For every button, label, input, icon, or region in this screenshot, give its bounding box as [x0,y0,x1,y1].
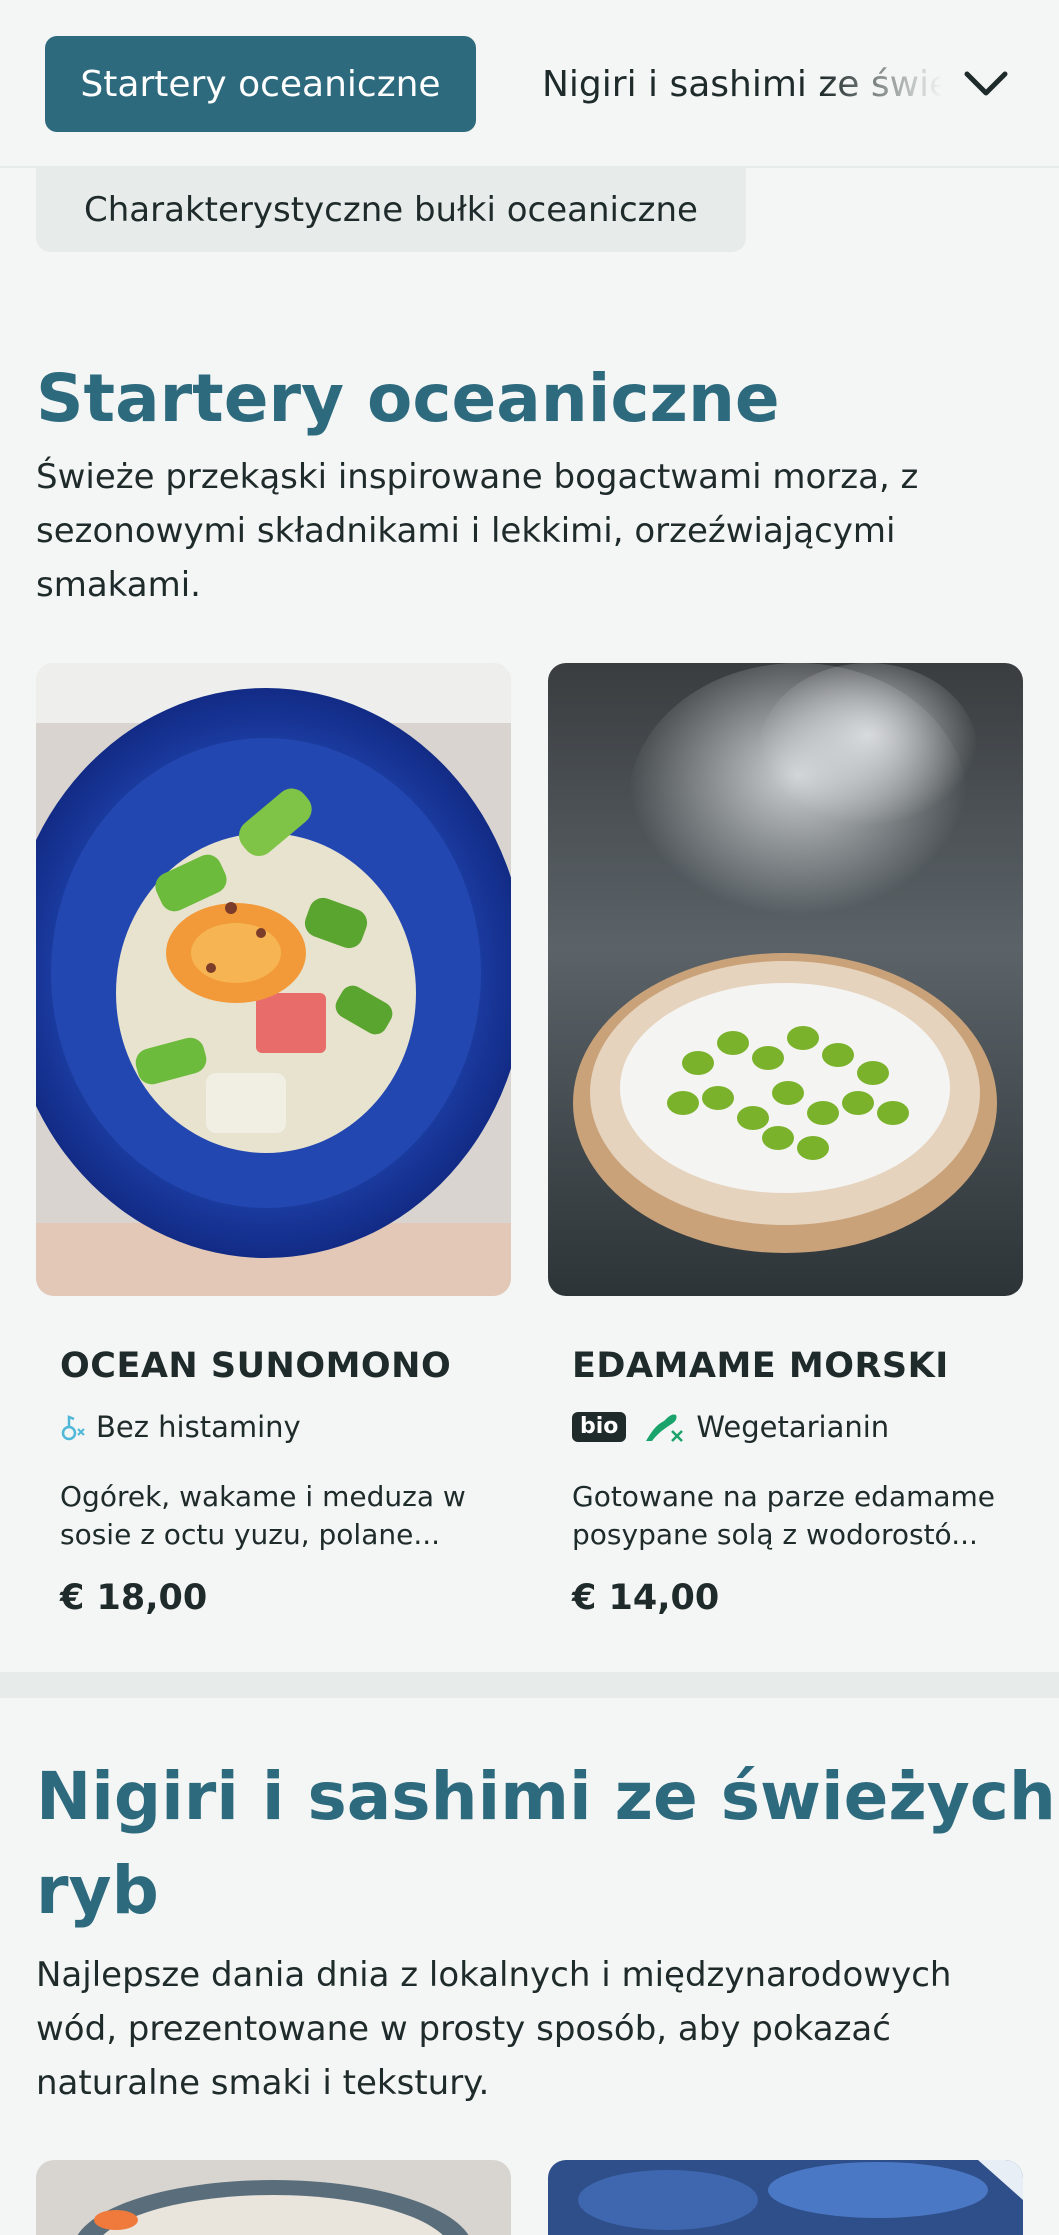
menu-item-card[interactable] [548,2160,1023,2235]
category-nav: Startery oceaniczne Nigiri i sashimi ze … [0,0,1059,168]
section-title: Nigiri i sashimi ze świeżych ryb [36,1750,1056,1938]
section-description: Najlepsze dania dnia z lokalnych i międz… [36,1955,952,2103]
section-title-line: ryb [36,1852,159,1929]
category-tab-bulki[interactable]: Charakterystyczne bułki oceaniczne [36,168,746,252]
bio-badge: bio [572,1412,627,1442]
chevron-down-icon[interactable] [960,58,1012,110]
menu-item-card[interactable] [36,2160,511,2235]
category-tab-startery[interactable]: Startery oceaniczne [45,36,476,132]
menu-item-card[interactable]: EDAMAME MORSKI bio Wegetarianin Gotowane… [548,663,1023,1618]
menu-item-card[interactable]: OCEAN SUNOMONO Bez histaminy Ogórek, wak… [36,663,511,1618]
dietary-tag-label: Bez histaminy [96,1410,301,1444]
dish-photo[interactable] [36,663,511,1296]
dish-photo[interactable] [548,2160,1023,2235]
category-tab-nigiri[interactable]: Nigiri i sashimi ze świeżych ryb [542,36,942,132]
dish-name: OCEAN SUNOMONO [60,1346,452,1386]
section-title: Startery oceaniczne [36,360,780,437]
dish-price: € 18,00 [60,1578,208,1618]
dish-price: € 14,00 [572,1578,720,1618]
dish-description: Ogórek, wakame i meduza w sosie z octu y… [60,1480,466,1551]
section-title-line: Nigiri i sashimi ze świeżych [36,1758,1056,1835]
vegetarian-icon [642,1411,686,1443]
dish-photo[interactable] [36,2160,511,2235]
dietary-tags: bio Wegetarianin [572,1404,999,1450]
dish-description: Gotowane na parze edamame posypane solą … [572,1480,996,1551]
dish-photo[interactable] [548,663,1023,1296]
dish-name: EDAMAME MORSKI [572,1346,949,1386]
section-description: Świeże przekąski inspirowane bogactwami … [36,457,919,605]
section-divider [0,1672,1059,1698]
dietary-tags: Bez histaminy [60,1404,487,1450]
dietary-tag-label: Wegetarianin [696,1410,890,1444]
histamine-free-icon [60,1413,86,1441]
